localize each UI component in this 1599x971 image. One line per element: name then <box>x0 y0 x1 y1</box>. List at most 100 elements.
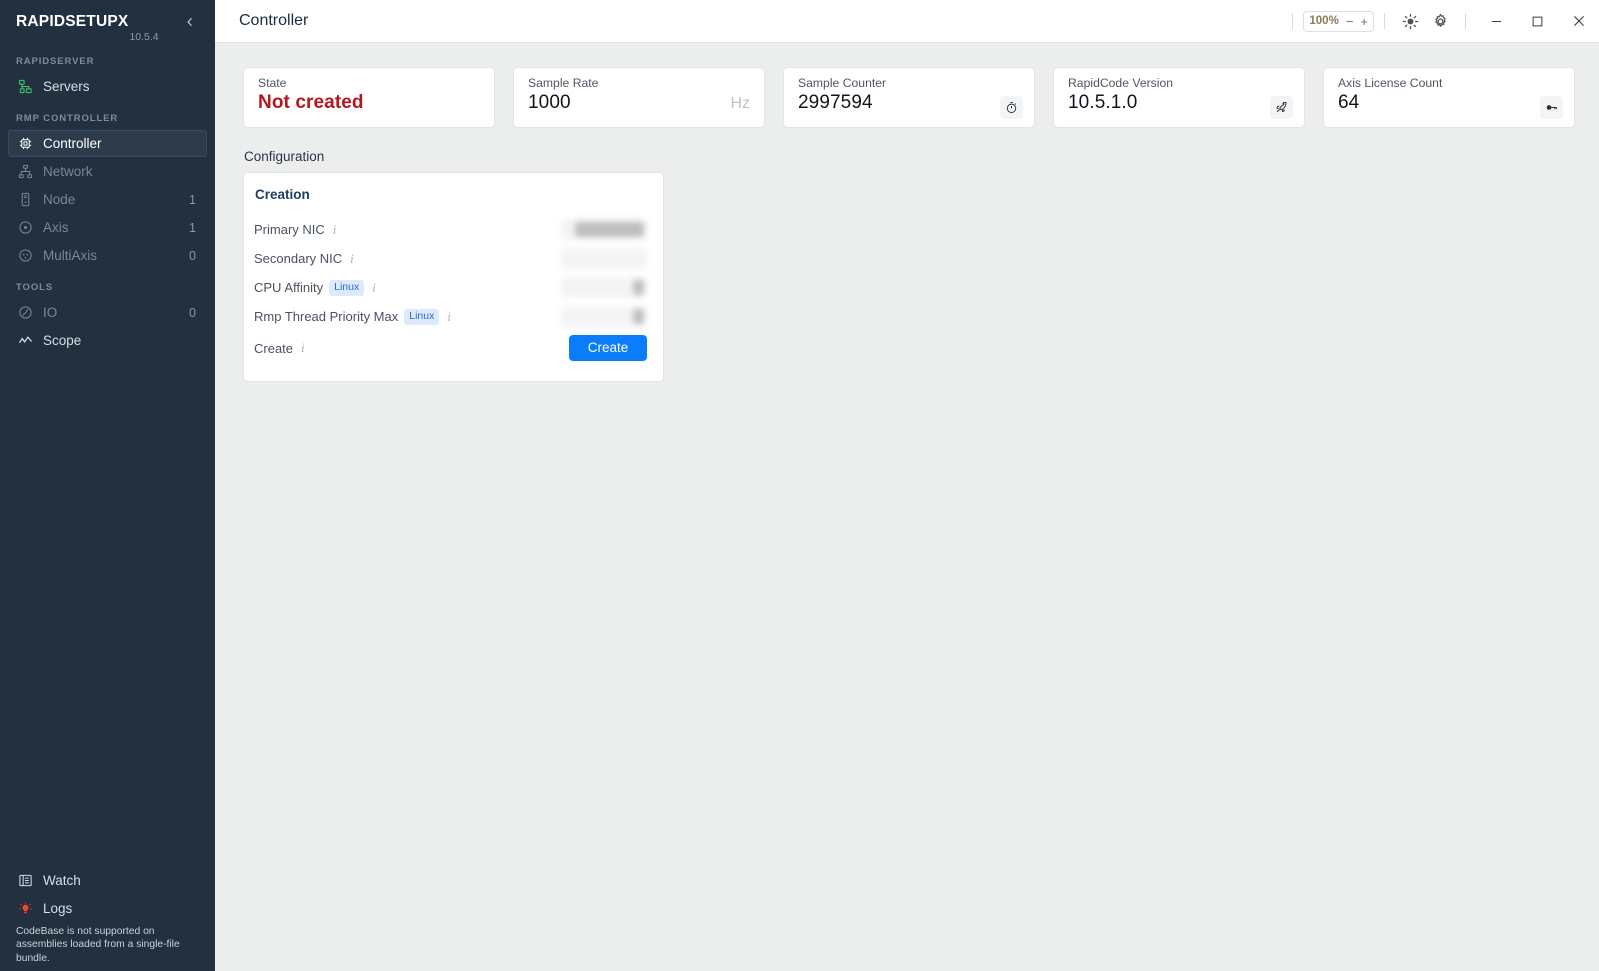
multiaxis-icon <box>17 248 33 264</box>
create-button[interactable]: Create <box>569 335 647 361</box>
info-icon[interactable]: i <box>348 251 356 267</box>
sidebar-item-multiaxis[interactable]: MultiAxis 0 <box>8 242 207 269</box>
status-cards-row: State Not created Sample Rate 1000 Hz Sa… <box>243 67 1575 128</box>
stopwatch-icon <box>1000 96 1023 119</box>
card-label: RapidCode Version <box>1068 76 1174 90</box>
rocket-icon <box>1270 96 1293 119</box>
gear-icon[interactable] <box>1425 6 1455 36</box>
sidebar-item-count: 1 <box>189 192 196 207</box>
secondary-nic-select[interactable] <box>561 248 647 269</box>
sidebar-item-scope[interactable]: Scope <box>8 327 207 354</box>
config-row-label: Primary NIC <box>254 222 325 237</box>
nav-group-tools-label: TOOLS <box>16 282 54 293</box>
config-row-primary-nic: Primary NIC i <box>254 215 647 244</box>
sidebar-item-label: Servers <box>43 79 90 94</box>
brightness-icon[interactable] <box>1395 6 1425 36</box>
brand-version: 10.5.4 <box>129 31 159 43</box>
sidebar-item-controller[interactable]: Controller <box>8 130 207 157</box>
info-icon[interactable]: i <box>445 309 453 325</box>
info-icon[interactable]: i <box>370 280 378 296</box>
nav-group-rapidserver-label: RAPIDSERVER <box>16 56 95 67</box>
sidebar-item-io[interactable]: IO 0 <box>8 299 207 326</box>
card-unit: Hz <box>730 95 750 112</box>
status-card-sample-counter: Sample Counter 2997594 <box>783 67 1035 128</box>
page-title: Controller <box>239 12 309 29</box>
titlebar-divider-3 <box>1465 13 1466 29</box>
config-row-label: CPU Affinity <box>254 280 324 295</box>
sidebar-bottom: Watch Logs CodeBase is not supported on … <box>0 867 215 971</box>
brand-name: RAPIDSETUPX <box>16 13 129 30</box>
zoom-control[interactable]: 100% − + <box>1303 10 1374 32</box>
io-icon <box>17 305 33 321</box>
titlebar-divider-1 <box>1292 13 1294 29</box>
scope-icon <box>17 333 33 349</box>
creation-panel: Creation Primary NIC i Secondary NIC i C… <box>243 172 664 382</box>
cpu-affinity-input[interactable] <box>561 277 647 298</box>
config-row-rmp-thread-priority-max: Rmp Thread Priority Max Linux i <box>254 302 647 331</box>
titlebar-divider-2 <box>1384 13 1385 29</box>
zoom-out-button[interactable]: − <box>1346 15 1354 28</box>
configuration-section-title: Configuration <box>244 149 325 164</box>
info-icon[interactable]: i <box>331 222 339 238</box>
node-icon <box>17 192 33 208</box>
card-label: Sample Counter <box>798 76 887 90</box>
config-row-cpu-affinity: CPU Affinity Linux i <box>254 273 647 302</box>
chip-icon <box>17 136 33 152</box>
card-value: 64 <box>1338 92 1360 113</box>
sidebar-item-axis[interactable]: Axis 1 <box>8 214 207 241</box>
sidebar-item-node[interactable]: Node 1 <box>8 186 207 213</box>
rmp-thread-priority-max-input[interactable] <box>561 306 647 327</box>
card-label: Axis License Count <box>1338 76 1443 90</box>
sidebar-item-label: Axis <box>43 220 69 235</box>
maximize-icon[interactable] <box>1517 0 1558 43</box>
zoom-in-button[interactable]: + <box>1360 15 1368 28</box>
application-window: RAPIDSETUPX 10.5.4 RAPIDSERVER Servers R… <box>0 0 1599 971</box>
card-value: 2997594 <box>798 92 873 113</box>
sidebar-item-servers[interactable]: Servers <box>8 73 207 100</box>
sidebar-item-label: Scope <box>43 333 82 348</box>
card-value: 10.5.1.0 <box>1068 92 1138 113</box>
status-card-rapidcode-version: RapidCode Version 10.5.1.0 <box>1053 67 1305 128</box>
sidebar-item-label: Logs <box>43 900 73 916</box>
key-icon <box>1540 96 1563 119</box>
title-bar: Controller 100% − + <box>215 0 1599 43</box>
sidebar-item-logs[interactable]: Logs <box>8 895 207 922</box>
config-row-create: Create i Create <box>254 331 647 365</box>
zoom-level-value: 100% <box>1309 15 1339 27</box>
nav-group-rmp-controller-label: RMP CONTROLLER <box>16 113 119 124</box>
close-icon[interactable] <box>1558 0 1599 43</box>
platform-badge: Linux <box>329 279 365 296</box>
sidebar-item-count: 0 <box>189 248 196 263</box>
card-label: Sample Rate <box>528 76 599 90</box>
config-row-label: Create <box>254 340 294 356</box>
status-card-state: State Not created <box>243 67 495 128</box>
network-icon <box>17 164 33 180</box>
sidebar-item-count: 0 <box>189 305 196 320</box>
minimize-icon[interactable] <box>1476 0 1517 43</box>
content-area: State Not created Sample Rate 1000 Hz Sa… <box>215 43 1599 971</box>
status-card-axis-license-count: Axis License Count 64 <box>1323 67 1575 128</box>
primary-nic-select[interactable] <box>561 219 647 240</box>
sidebar: RAPIDSETUPX 10.5.4 RAPIDSERVER Servers R… <box>0 0 215 971</box>
card-value: Not created <box>258 92 364 113</box>
logs-bulb-icon <box>17 900 33 916</box>
config-row-secondary-nic: Secondary NIC i <box>254 244 647 273</box>
main-area: Controller 100% − + State Not created Sa… <box>215 0 1599 971</box>
sidebar-item-label: IO <box>43 305 58 320</box>
sidebar-item-label: Watch <box>43 872 81 888</box>
info-icon[interactable]: i <box>299 340 307 356</box>
chevron-left-icon[interactable] <box>179 11 201 33</box>
card-label: State <box>258 76 287 90</box>
sidebar-item-label: MultiAxis <box>43 248 98 263</box>
creation-panel-title: Creation <box>255 187 310 202</box>
config-row-label: Rmp Thread Priority Max <box>254 309 399 324</box>
status-card-sample-rate: Sample Rate 1000 Hz <box>513 67 765 128</box>
sidebar-item-label: Network <box>43 164 93 179</box>
sidebar-note: CodeBase is not supported on assemblies … <box>16 925 180 964</box>
sidebar-item-label: Controller <box>43 136 102 151</box>
brand-header: RAPIDSETUPX 10.5.4 <box>0 0 215 44</box>
platform-badge: Linux <box>404 308 440 325</box>
sidebar-item-watch[interactable]: Watch <box>8 867 207 894</box>
sidebar-item-network[interactable]: Network <box>8 158 207 185</box>
